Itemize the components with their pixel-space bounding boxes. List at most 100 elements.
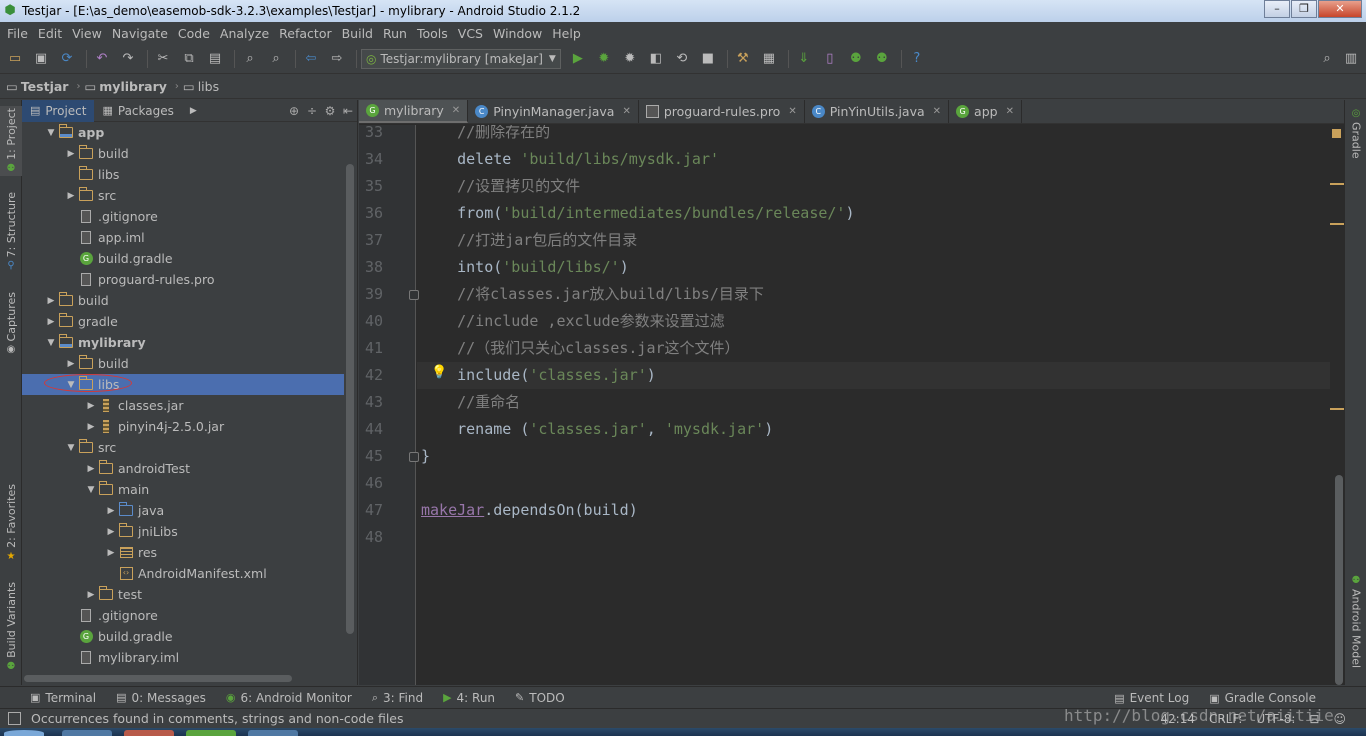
gear-icon[interactable]: ⚙ [321, 104, 339, 118]
scroll-from-source-icon[interactable]: ⊕ [285, 104, 303, 118]
copy-icon[interactable]: ⧉ [178, 48, 200, 70]
layout-icon[interactable]: ▥ [1340, 48, 1362, 70]
tool-tab-gradle[interactable]: ◎ Gradle [1345, 108, 1366, 159]
bottom-tab-0-messages[interactable]: ▤ 0: Messages [116, 691, 206, 705]
chevron-right-icon[interactable]: ▶ [84, 422, 98, 432]
tool-tab-captures[interactable]: Captures ◉ [0, 292, 22, 355]
start-button[interactable] [4, 730, 44, 736]
tree-item-java[interactable]: ▶ java [22, 500, 344, 521]
bottom-tab-event-log[interactable]: ▤ Event Log [1114, 691, 1189, 705]
warning-indicator-icon[interactable] [1332, 129, 1341, 138]
tab-packages[interactable]: ▦ Packages [94, 100, 181, 122]
menu-item-analyze[interactable]: Analyze [215, 26, 274, 41]
chevron-down-icon[interactable]: ▼ [44, 338, 58, 348]
search-everywhere-icon[interactable]: ⌕ [1316, 48, 1338, 70]
menu-item-run[interactable]: Run [378, 26, 412, 41]
tree-item-androidmanifest-xml[interactable]: ‹› AndroidManifest.xml [22, 563, 344, 584]
tree-item-gitignore[interactable]: .gitignore [22, 206, 344, 227]
run-icon[interactable]: ▶ [567, 48, 589, 70]
debug-icon[interactable]: ✹ [593, 48, 615, 70]
sdk-manager-icon[interactable]: ▦ [758, 48, 780, 70]
chevron-down-icon[interactable]: ▼ [84, 485, 98, 495]
project-tree-vertical-scrollbar[interactable] [346, 164, 354, 634]
more-tabs-button[interactable]: ▶ [182, 100, 205, 122]
tree-item-gitignore[interactable]: .gitignore [22, 605, 344, 626]
warning-marker[interactable] [1330, 183, 1344, 185]
warning-marker[interactable] [1330, 408, 1344, 410]
paste-icon[interactable]: ▤ [204, 48, 226, 70]
code-area[interactable]: //删除存在的 delete 'build/libs/mysdk.jar' //… [417, 125, 1337, 685]
bottom-tab-todo[interactable]: ✎ TODO [515, 691, 565, 705]
close-icon[interactable]: ✕ [933, 106, 941, 117]
tool-windows-toggle-icon[interactable] [8, 712, 21, 725]
chevron-right-icon[interactable]: ▶ [64, 149, 78, 159]
android-device-monitor-icon[interactable]: ⚉ [845, 48, 867, 70]
tree-item-main[interactable]: ▼ main [22, 479, 344, 500]
chevron-right-icon[interactable]: ▶ [64, 191, 78, 201]
tree-item-androidtest[interactable]: ▶ androidTest [22, 458, 344, 479]
lightbulb-icon[interactable]: 💡 [431, 365, 447, 380]
editor-tab-pinyinutils-java[interactable]: C PinYinUtils.java ✕ [805, 100, 950, 123]
editor-tab-app[interactable]: Gapp ✕ [949, 100, 1022, 123]
menu-item-view[interactable]: View [67, 26, 107, 41]
editor-tab-proguard-rules-pro[interactable]: proguard-rules.pro ✕ [639, 100, 805, 123]
close-icon[interactable]: ✕ [622, 106, 630, 117]
bottom-tab-terminal[interactable]: ▣ Terminal [30, 691, 96, 705]
chevron-right-icon[interactable]: ▶ [84, 464, 98, 474]
cut-icon[interactable]: ✂ [152, 48, 174, 70]
avd-manager-icon[interactable]: ▯ [819, 48, 841, 70]
tree-item-src[interactable]: ▼ src [22, 437, 344, 458]
tree-item-pinyin4j-2-5-0-jar[interactable]: ▶ pinyin4j-2.5.0.jar [22, 416, 344, 437]
maximize-button[interactable]: ❐ [1291, 0, 1317, 18]
project-structure-icon[interactable]: ⚒ [732, 48, 754, 70]
taskbar-app-button[interactable] [62, 730, 112, 736]
stop-icon[interactable]: ■ [697, 48, 719, 70]
chevron-down-icon[interactable]: ▼ [64, 380, 78, 390]
tool-tab-structure[interactable]: 7: Structure ⚲ [0, 192, 22, 271]
tree-item-src[interactable]: ▶ src [22, 185, 344, 206]
taskbar-app-button[interactable] [248, 730, 298, 736]
tree-item-build[interactable]: ▶ build [22, 290, 344, 311]
collapse-all-icon[interactable]: ÷ [303, 104, 321, 118]
tree-item-mylibrary[interactable]: ▼ mylibrary [22, 332, 344, 353]
tree-item-classes-jar[interactable]: ▶ classes.jar [22, 395, 344, 416]
breadcrumb-item-libs[interactable]: ▭ libs [183, 79, 219, 94]
close-icon[interactable]: ✕ [788, 106, 796, 117]
help-icon[interactable]: ? [906, 48, 928, 70]
rerun-icon[interactable]: ⟲ [671, 48, 693, 70]
menu-item-help[interactable]: Help [547, 26, 586, 41]
breadcrumb-item-mylibrary[interactable]: ▭ mylibrary [84, 79, 166, 94]
tree-item-res[interactable]: ▶ res [22, 542, 344, 563]
close-icon[interactable]: ✕ [452, 105, 460, 116]
taskbar-app-button[interactable] [124, 730, 174, 736]
tree-item-jnilibs[interactable]: ▶ jniLibs [22, 521, 344, 542]
chevron-down-icon[interactable]: ▼ [44, 128, 58, 138]
tree-item-test[interactable]: ▶ test [22, 584, 344, 605]
undo-icon[interactable]: ↶ [91, 48, 113, 70]
project-tree-horizontal-scrollbar[interactable] [24, 675, 292, 682]
minimize-button[interactable]: – [1264, 0, 1290, 18]
warning-marker[interactable] [1330, 223, 1344, 225]
tree-item-app[interactable]: ▼ app [22, 122, 344, 143]
bottom-tab-4-run[interactable]: ▶ 4: Run [443, 691, 495, 705]
menu-item-file[interactable]: File [2, 26, 33, 41]
tree-item-gradle[interactable]: ▶ gradle [22, 311, 344, 332]
chevron-right-icon[interactable]: ▶ [104, 548, 118, 558]
tree-item-libs[interactable]: libs [22, 164, 344, 185]
bottom-tab-gradle-console[interactable]: ▣ Gradle Console [1209, 691, 1316, 705]
editor-tab-pinyinmanager-java[interactable]: C PinyinManager.java ✕ [468, 100, 639, 123]
hide-panel-icon[interactable]: ⇤ [339, 104, 357, 118]
chevron-right-icon[interactable]: ▶ [84, 401, 98, 411]
back-icon[interactable]: ⇦ [300, 48, 322, 70]
replace-icon[interactable]: ⌕ [265, 48, 287, 70]
menu-item-refactor[interactable]: Refactor [274, 26, 336, 41]
menu-item-code[interactable]: Code [173, 26, 215, 41]
menu-item-build[interactable]: Build [337, 26, 378, 41]
breadcrumb-item-testjar[interactable]: ▭ Testjar [6, 79, 68, 94]
chevron-right-icon[interactable]: ▶ [84, 590, 98, 600]
chevron-right-icon[interactable]: ▶ [44, 296, 58, 306]
taskbar-app-button[interactable] [186, 730, 236, 736]
sync-icon[interactable]: ⟳ [56, 48, 78, 70]
chevron-right-icon[interactable]: ▶ [64, 359, 78, 369]
chevron-right-icon[interactable]: ▶ [44, 317, 58, 327]
